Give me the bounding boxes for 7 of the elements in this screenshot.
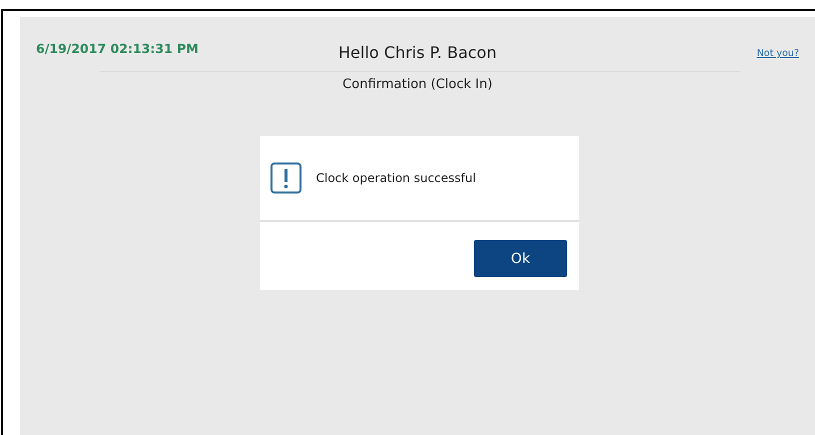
- greeting: Hello Chris P. Bacon: [338, 43, 497, 62]
- ok-button[interactable]: Ok: [474, 240, 567, 277]
- not-you-link[interactable]: Not you?: [756, 48, 799, 59]
- date-time: 6/19/2017 02:13:31 PM: [36, 41, 200, 56]
- dialog-message: Clock operation successful: [316, 171, 476, 185]
- exclamation-icon: [270, 162, 302, 194]
- page-title: Confirmation (Clock In): [342, 77, 494, 92]
